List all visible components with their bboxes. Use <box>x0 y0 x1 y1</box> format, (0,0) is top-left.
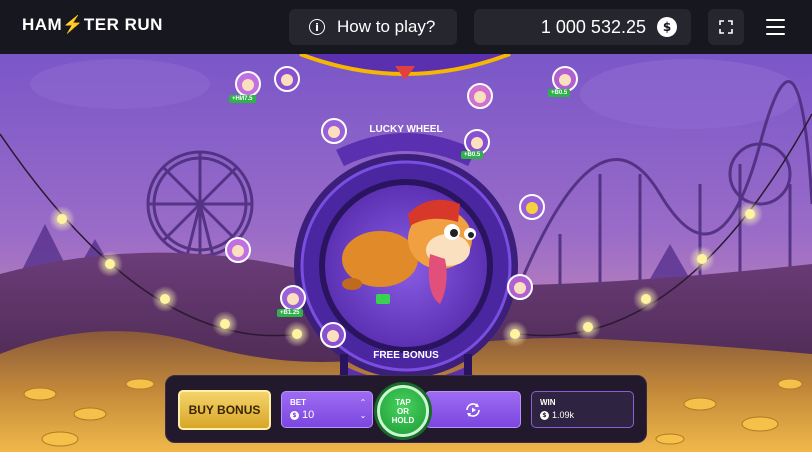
win-display: WIN $ 1.09k <box>531 391 634 428</box>
coin-icon: $ <box>290 410 299 420</box>
lucky-wheel-label: LUCKY WHEEL <box>369 124 443 135</box>
bet-selector[interactable]: BET $ 10 ⌃ ⌄ <box>281 391 373 428</box>
fullscreen-icon <box>719 20 733 34</box>
bet-amount: 10 <box>302 409 315 421</box>
chevron-up-icon[interactable]: ⌃ <box>358 398 368 408</box>
win-amount: 1.09k <box>552 410 575 420</box>
coin-icon: $ <box>540 410 549 420</box>
hold-label: HOLD <box>391 415 415 425</box>
top-bar: HAM⚡TER RUN i How to play? 1 000 532.25 … <box>0 0 812 54</box>
tap-label: TAP <box>395 397 411 407</box>
how-to-play-label: How to play? <box>337 17 436 36</box>
balance-value: 1 000 532.25 <box>540 16 646 37</box>
win-value: $ 1.09k <box>540 410 574 420</box>
autoplay-button[interactable] <box>425 391 521 428</box>
how-to-play-button[interactable]: i How to play? <box>289 9 457 45</box>
balance-display: 1 000 532.25 $ <box>474 9 691 45</box>
win-label: WIN <box>540 398 556 407</box>
reward-badge: +В0.5 <box>461 151 484 159</box>
fullscreen-button[interactable] <box>708 9 744 45</box>
game-logo: HAM⚡TER RUN <box>22 15 163 34</box>
reward-badge: +НИ7.5 <box>229 95 256 103</box>
autoplay-icon <box>466 402 480 417</box>
chevron-down-icon[interactable]: ⌄ <box>358 411 368 421</box>
info-icon: i <box>309 19 325 35</box>
bet-value: $ 10 <box>290 409 314 421</box>
buy-bonus-button[interactable]: BUY BONUS <box>178 390 271 430</box>
tap-or-hold-button[interactable]: TAP OR HOLD <box>377 385 429 437</box>
free-bonus-label: FREE BONUS <box>373 350 439 361</box>
hamburger-menu-button[interactable] <box>760 12 790 42</box>
reward-badge: +В0.5 <box>548 89 571 97</box>
coin-icon: $ <box>657 17 677 37</box>
buy-bonus-label: BUY BONUS <box>188 403 261 417</box>
bet-label: BET <box>290 398 306 407</box>
or-label: OR <box>396 406 409 416</box>
reward-badge: +В1.25 <box>277 309 303 317</box>
